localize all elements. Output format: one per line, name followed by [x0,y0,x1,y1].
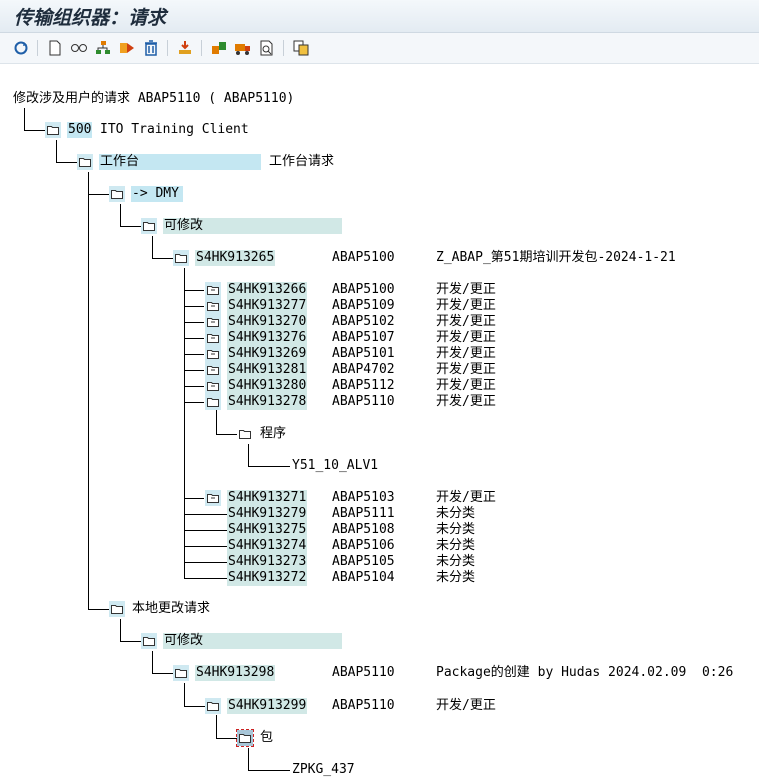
program-folder-icon[interactable] [237,426,253,442]
modifiable2-folder-icon[interactable] [141,633,157,649]
task-user: ABAP5107 [332,330,395,345]
task-id[interactable]: S4HK913280 [227,378,308,394]
task-type: 开发/更正 [436,298,496,313]
modifiable-folder-icon[interactable] [141,218,157,234]
task-type: 未分类 [436,506,476,521]
task-type: 开发/更正 [436,314,496,329]
task-type: 未分类 [436,538,476,553]
task-folder-icon[interactable] [205,330,221,346]
package-folder-icon[interactable] [236,729,254,747]
task-user: ABAP5109 [332,298,395,313]
task-type: 开发/更正 [436,394,496,409]
root-request-title: 修改涉及用户的请求 ABAP5110 ( ABAP5110) [13,91,295,106]
task-type: 开发/更正 [436,490,496,505]
modifiable-label[interactable]: 可修改 [163,218,342,234]
task-folder-icon[interactable] [205,378,221,394]
request-desc: Z_ABAP_第51期培训开发包-2024-1-21 [436,250,676,265]
request-folder-icon[interactable] [173,250,189,266]
task-folder-icon[interactable] [205,490,221,506]
package-folder-label[interactable]: 包 [260,730,273,746]
workbench-folder-icon[interactable] [77,154,93,170]
task-type: 未分类 [436,554,476,569]
task-user: ABAP5102 [332,314,395,329]
dmy-label[interactable]: -> DMY [131,186,183,202]
task-type: 开发/更正 [436,362,496,377]
client-folder-icon[interactable] [45,122,61,138]
task-id[interactable]: S4HK913279 [227,506,308,522]
task-id[interactable]: S4HK913272 [227,570,308,586]
modifiable2-label[interactable]: 可修改 [163,633,342,649]
task-folder-icon[interactable] [205,346,221,362]
task-id[interactable]: S4HK913277 [227,298,308,314]
request-tree: 修改涉及用户的请求 ABAP5110 ( ABAP5110) 500 ITO T… [0,0,759,783]
workbench-desc: 工作台请求 [269,154,335,169]
request-user: ABAP5100 [332,250,395,265]
task-type: 未分类 [436,522,476,537]
task-user: ABAP5105 [332,554,395,569]
task-id[interactable]: S4HK913274 [227,538,308,554]
task-user: ABAP5100 [332,282,395,297]
task-id[interactable]: S4HK913271 [227,490,308,506]
task-user: ABAP4702 [332,362,395,377]
package-object[interactable]: ZPKG_437 [292,762,355,778]
task-folder-icon[interactable] [205,314,221,330]
task-id[interactable]: S4HK913275 [227,522,308,538]
task-type: 开发/更正 [436,346,496,361]
task-user: ABAP5106 [332,538,395,553]
task-folder-icon[interactable] [205,282,221,298]
program-object[interactable]: Y51_10_ALV1 [292,458,378,474]
task-user: ABAP5112 [332,378,395,393]
task-id[interactable]: S4HK913269 [227,346,308,362]
task-user: ABAP5104 [332,570,395,585]
task-id[interactable]: S4HK913281 [227,362,308,378]
local-task-folder-icon[interactable] [205,698,221,714]
task-id[interactable]: S4HK913278 [227,394,308,410]
local-task-id[interactable]: S4HK913299 [227,698,308,714]
local-folder-icon[interactable] [109,601,125,617]
task-user: ABAP5108 [332,522,395,537]
task-type: 开发/更正 [436,330,496,345]
task-id[interactable]: S4HK913273 [227,554,308,570]
task-id[interactable]: S4HK913266 [227,282,308,298]
client-number[interactable]: 500 [67,122,93,138]
task-user: ABAP5101 [332,346,395,361]
local-task-user: ABAP5110 [332,698,395,713]
workbench-label[interactable]: 工作台 [99,154,261,170]
task-folder-icon[interactable] [205,298,221,314]
task-type: 开发/更正 [436,282,496,297]
task-user: ABAP5103 [332,490,395,505]
local-request-user: ABAP5110 [332,665,395,680]
task-type: 未分类 [436,570,476,585]
local-task-type: 开发/更正 [436,698,496,713]
task-user: ABAP5110 [332,394,395,409]
task-type: 开发/更正 [436,378,496,393]
task-id[interactable]: S4HK913270 [227,314,308,330]
program-folder-label[interactable]: 程序 [260,426,286,442]
local-request-id[interactable]: S4HK913298 [195,665,276,681]
local-request-desc: Package的创建 by Hudas 2024.02.09 0:26 [436,665,734,680]
local-label[interactable]: 本地更改请求 [132,601,210,617]
client-name: ITO Training Client [100,122,249,137]
local-request-folder-icon[interactable] [173,665,189,681]
task-folder-icon[interactable] [205,362,221,378]
task-id[interactable]: S4HK913276 [227,330,308,346]
dmy-folder-icon[interactable] [109,186,125,202]
task-folder-open-icon[interactable] [205,394,221,410]
task-user: ABAP5111 [332,506,395,521]
request-id[interactable]: S4HK913265 [195,250,276,266]
